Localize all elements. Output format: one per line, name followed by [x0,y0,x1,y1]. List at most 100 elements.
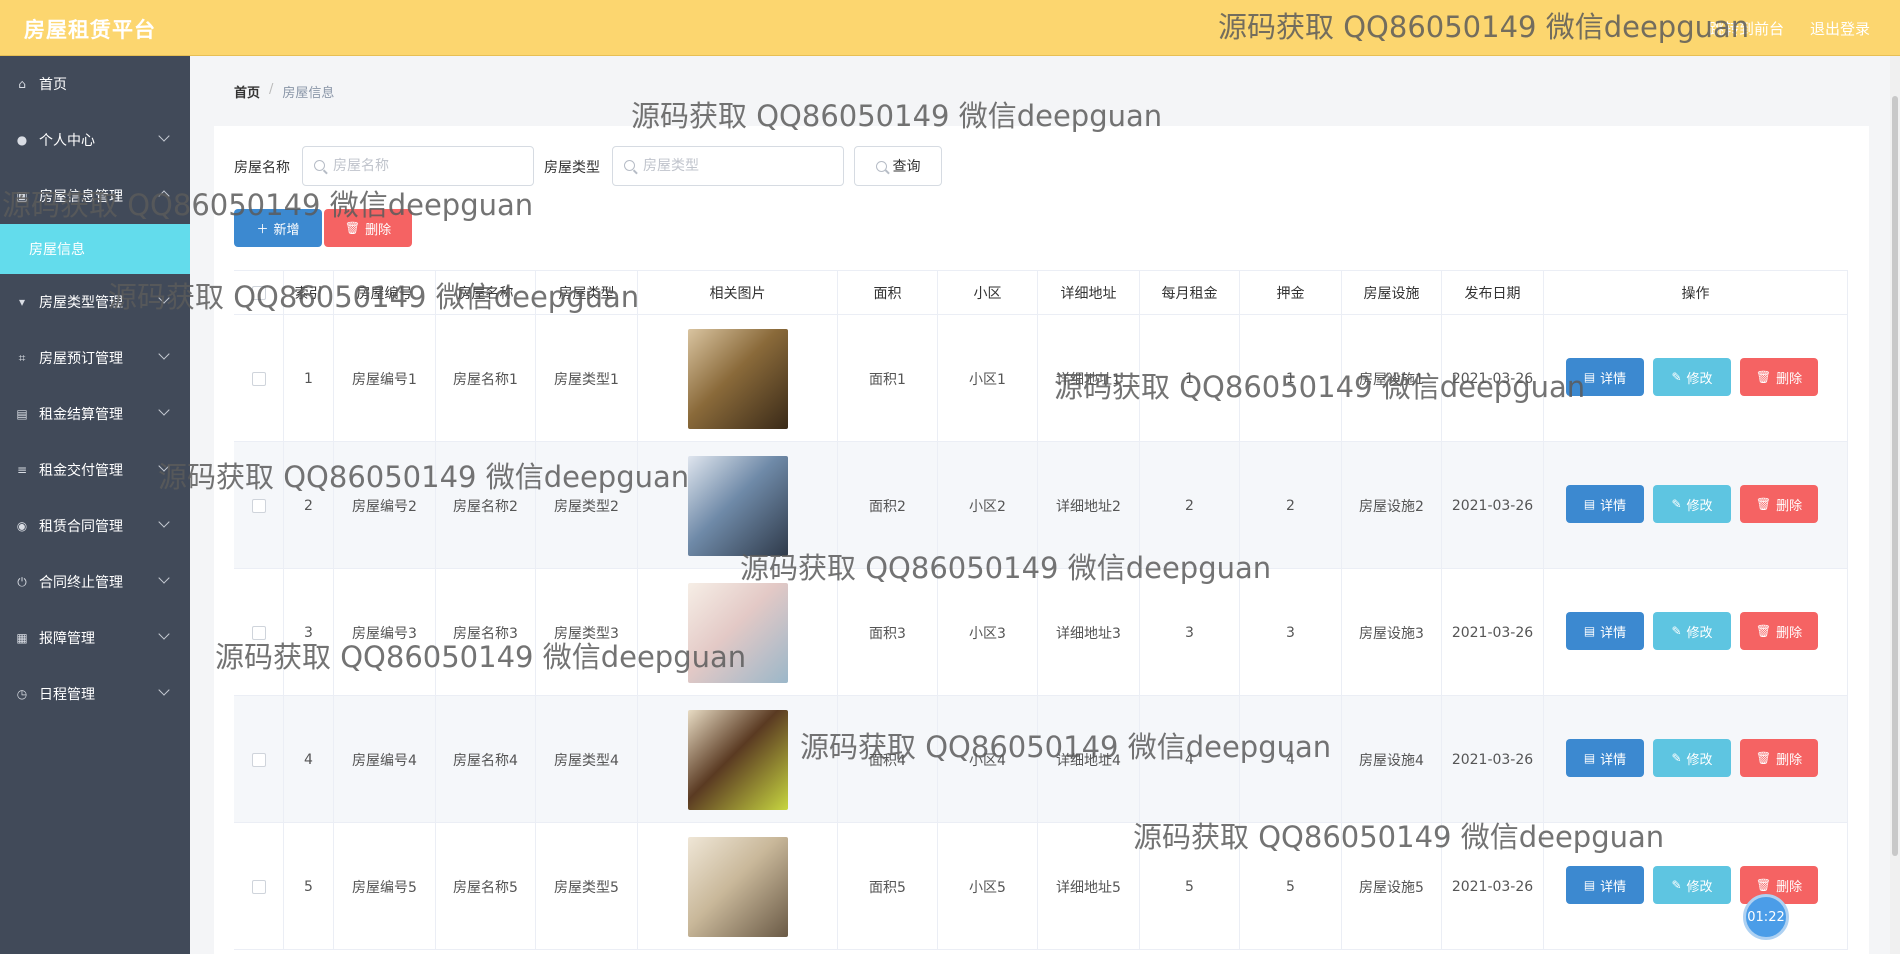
edit-button-label: 修改 [1686,752,1713,768]
batch-delete-button[interactable]: 🗑 删除 [324,209,412,247]
row-checkbox[interactable] [251,879,266,894]
delete-button[interactable]: 🗑 删除 [1740,612,1818,650]
delete-button[interactable]: 🗑 删除 [1740,739,1818,777]
edit-button-label: 修改 [1686,498,1713,514]
sidebar-item-rent-settlement[interactable]: ▤ 租金结算管理 [0,386,190,442]
delete-button[interactable]: 🗑 删除 [1740,485,1818,523]
detail-button[interactable]: ▤ 详情 [1566,612,1644,650]
cell-address: 详细地址5 [1038,823,1140,950]
sidebar-item-label: 合同终止管理 [39,575,123,591]
sidebar-item-label: 房屋预订管理 [39,351,123,367]
row-checkbox[interactable] [251,498,266,513]
row-checkbox[interactable] [251,371,266,386]
chevron-down-icon [158,516,170,528]
sidebar-item-fault-report[interactable]: ▦ 报障管理 [0,610,190,666]
sidebar-item-home[interactable]: ⌂ 首页 [0,56,190,112]
cell-address: 详细地址2 [1038,442,1140,569]
home-icon: ⌂ [18,77,26,91]
column-header: 操作 [1544,271,1848,315]
cell-code: 房屋编号2 [334,442,436,569]
cell-deposit: 1 [1240,315,1342,442]
cell-address: 详细地址4 [1038,696,1140,823]
pencil-icon: ✎ [1671,624,1682,638]
breadcrumb-current: 房屋信息 [282,86,335,101]
delete-button-label: 删除 [1776,752,1803,768]
detail-button[interactable]: ▤ 详情 [1566,485,1644,523]
table-row: 2 房屋编号2 房屋名称2 房屋类型2 面积2 小区2 详细地址2 2 2 房屋设施2 2021-0… [234,442,1848,569]
edit-button-label: 修改 [1686,371,1713,387]
edit-button[interactable]: ✎ 修改 [1653,612,1731,650]
logout-link[interactable]: 退出登录 [1810,18,1870,39]
cell-date: 2021-03-26 [1442,569,1544,696]
chevron-down-icon [158,292,170,304]
sidebar-subitem-house-info[interactable]: 房屋信息 [0,224,190,274]
operations-cell: ▤ 详情 ✎ 修改 🗑 删除 [1544,569,1848,696]
cell-address: 详细地址3 [1038,569,1140,696]
sidebar-item-house-info-management[interactable]: ▣ 房屋信息管理 [0,168,190,224]
table-row: 1 房屋编号1 房屋名称1 房屋类型1 面积1 小区1 详细地址1 1 1 房屋设施1 2021-0… [234,315,1848,442]
goto-frontend-link[interactable]: 跳转到前台 [1709,18,1784,39]
cell-area: 面积4 [838,696,938,823]
cell-facilities: 房屋设施1 [1342,315,1442,442]
cell-date: 2021-03-26 [1442,823,1544,950]
delete-button[interactable]: 🗑 删除 [1740,358,1818,396]
header-links: 跳转到前台 退出登录 [1709,18,1870,39]
cell-type: 房屋类型1 [536,315,638,442]
sidebar-item-schedule[interactable]: ◷ 日程管理 [0,666,190,722]
edit-button[interactable]: ✎ 修改 [1653,739,1731,777]
house-name-input[interactable] [302,146,534,186]
document-icon: ▤ [1583,497,1596,511]
sidebar-item-rent-payment[interactable]: ≡ 租金交付管理 [0,442,190,498]
detail-button[interactable]: ▤ 详情 [1566,739,1644,777]
cell-name: 房屋名称3 [436,569,536,696]
select-all-checkbox-cell[interactable] [234,271,284,315]
trash-icon: 🗑 [1755,370,1772,384]
document-icon: ▤ [1583,751,1596,765]
cell-address: 详细地址1 [1038,315,1140,442]
detail-button-label: 详情 [1600,879,1627,895]
delete-button-label: 删除 [1776,879,1803,895]
table-row: 5 房屋编号5 房屋名称5 房屋类型5 面积5 小区5 详细地址5 5 5 房屋设施5 2021-0… [234,823,1848,950]
house-type-input[interactable] [612,146,844,186]
edit-button[interactable]: ✎ 修改 [1653,358,1731,396]
scrollbar-thumb[interactable] [1892,96,1898,856]
house-icon: ▣ [16,189,28,203]
column-header: 小区 [938,271,1038,315]
cell-index: 3 [284,569,334,696]
breadcrumb-home[interactable]: 首页 [234,82,260,101]
sidebar-item-label: 日程管理 [39,687,95,703]
house-type-label: 房屋类型 [544,160,600,176]
page-scrollbar[interactable] [1890,56,1900,954]
row-checkbox[interactable] [251,752,266,767]
pencil-icon: ✎ [1671,497,1682,511]
detail-button[interactable]: ▤ 详情 [1566,358,1644,396]
select-all-checkbox[interactable] [251,286,266,300]
house-photo [687,836,788,937]
cell-community: 小区3 [938,569,1038,696]
sidebar-item-booking-management[interactable]: ⌗ 房屋预订管理 [0,330,190,386]
app-title: 房屋租赁平台 [24,18,156,42]
sidebar-item-house-type-management[interactable]: ▾ 房屋类型管理 [0,274,190,330]
operations-cell: ▤ 详情 ✎ 修改 🗑 删除 [1544,696,1848,823]
sidebar-item-personal-center[interactable]: ● 个人中心 [0,112,190,168]
trash-icon: 🗑 [1755,751,1772,765]
sidebar-item-contract-termination[interactable]: ⏻ 合同终止管理 [0,554,190,610]
column-header: 房屋类型 [536,271,638,315]
column-header: 房屋名称 [436,271,536,315]
edit-button[interactable]: ✎ 修改 [1653,866,1731,904]
cell-code: 房屋编号5 [334,823,436,950]
detail-button[interactable]: ▤ 详情 [1566,866,1644,904]
pencil-icon: ✎ [1671,751,1682,765]
row-checkbox[interactable] [251,625,266,640]
edit-button[interactable]: ✎ 修改 [1653,485,1731,523]
cell-community: 小区4 [938,696,1038,823]
table-row: 4 房屋编号4 房屋名称4 房屋类型4 面积4 小区4 详细地址4 4 4 房屋设施4 2021-0… [234,696,1848,823]
add-button[interactable]: ＋ 新增 [234,209,322,247]
list-icon: ≡ [16,463,28,477]
sidebar-item-label: 房屋类型管理 [39,295,123,311]
cell-type: 房屋类型5 [536,823,638,950]
cell-deposit: 4 [1240,696,1342,823]
sidebar-item-lease-contract[interactable]: ◉ 租赁合同管理 [0,498,190,554]
query-button[interactable]: 查询 [854,146,942,186]
cell-rent: 2 [1140,442,1240,569]
